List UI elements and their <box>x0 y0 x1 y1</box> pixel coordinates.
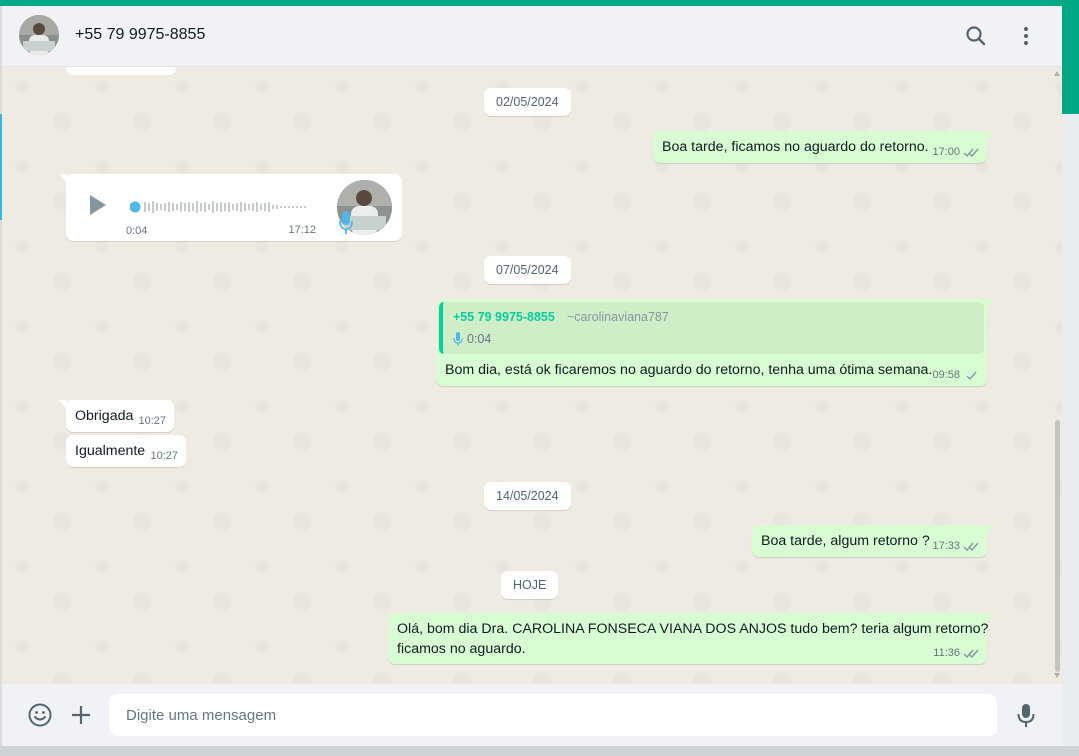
message-meta: 11:36 <box>933 647 979 659</box>
emoji-icon[interactable] <box>27 702 53 728</box>
message-time: 09:58 <box>932 369 960 381</box>
right-accent-strip <box>1062 6 1079 114</box>
message-time: 11:36 <box>933 647 960 659</box>
chat-header: +55 79 9975-8855 <box>2 6 1062 67</box>
message-time: 10:27 <box>138 415 166 427</box>
message-meta: 17:00 <box>932 146 979 158</box>
outgoing-message[interactable]: Boa tarde, algum retorno ? 17:33 <box>752 525 994 557</box>
message-text: Boa tarde, algum retorno ? <box>761 533 930 549</box>
chat-scrollbar[interactable] <box>1052 67 1062 684</box>
partial-message <box>66 67 176 75</box>
double-check-icon <box>963 148 979 157</box>
date-separator: 07/05/2024 <box>484 256 571 284</box>
audio-waveform[interactable] <box>130 200 310 214</box>
message-time: 17:33 <box>932 540 960 552</box>
message-text-line2: ficamos no aguardo. <box>397 641 526 657</box>
message-time: 17:12 <box>288 224 316 236</box>
single-check-icon <box>966 371 977 380</box>
compose-bar <box>2 684 1062 746</box>
quoted-handle: ~carolinaviana787 <box>567 310 669 324</box>
right-background-strip <box>1062 114 1079 756</box>
message-time: 10:27 <box>150 450 178 462</box>
message-time: 17:00 <box>932 146 960 158</box>
bottom-edge <box>0 746 1079 756</box>
scroll-down-arrow[interactable] <box>1054 673 1060 678</box>
message-text: Bom dia, está ok ficaremos no aguardo do… <box>445 362 933 378</box>
message-text: Obrigada <box>75 408 134 424</box>
search-icon[interactable] <box>962 22 990 50</box>
date-separator: 02/05/2024 <box>484 88 571 116</box>
quoted-sender: +55 79 9975-8855 <box>453 310 555 324</box>
message-input[interactable] <box>109 694 997 736</box>
message-text-line1: Olá, bom dia Dra. CAROLINA FONSECA VIANA… <box>397 621 989 637</box>
outgoing-message[interactable]: Boa tarde, ficamos no aguardo do retorno… <box>653 131 994 163</box>
message-meta: 09:58 <box>932 369 979 381</box>
message-text: Igualmente <box>75 443 146 459</box>
mic-icon <box>453 332 463 346</box>
mic-icon <box>339 211 353 234</box>
incoming-message[interactable]: Obrigada 10:27 <box>59 400 174 432</box>
incoming-message[interactable]: Igualmente 10:27 <box>66 435 186 467</box>
kebab-menu-icon[interactable] <box>1012 22 1040 50</box>
audio-duration: 0:04 <box>126 225 148 237</box>
quoted-duration: 0:04 <box>467 332 492 346</box>
double-check-icon <box>963 649 979 658</box>
play-icon[interactable] <box>84 192 110 218</box>
incoming-audio-message[interactable]: 0:04 17:12 <box>59 174 402 241</box>
date-separator: 14/05/2024 <box>484 482 571 510</box>
contact-name[interactable]: +55 79 9975-8855 <box>75 26 205 44</box>
message-text: Boa tarde, ficamos no aguardo do retorno… <box>662 139 929 155</box>
quoted-message[interactable]: +55 79 9975-8855 ~carolinaviana787 0:04 <box>439 302 984 354</box>
scroll-up-arrow[interactable] <box>1054 71 1060 76</box>
date-separator: HOJE <box>501 571 559 599</box>
message-meta: 17:33 <box>932 540 979 552</box>
scroll-thumb[interactable] <box>1055 420 1060 672</box>
contact-avatar[interactable] <box>19 15 59 55</box>
outgoing-reply-message[interactable]: +55 79 9975-8855 ~carolinaviana787 0:04 … <box>436 299 994 386</box>
message-list[interactable]: 02/05/2024 Boa tarde, ficamos no aguardo… <box>2 67 1062 684</box>
outgoing-message[interactable]: Olá, bom dia Dra. CAROLINA FONSECA VIANA… <box>388 613 994 664</box>
double-check-icon <box>963 542 979 551</box>
plus-icon[interactable] <box>68 702 94 728</box>
chat-window: +55 79 9975-8855 02/05/2024 Boa tarde, f… <box>2 6 1062 746</box>
mic-icon[interactable] <box>1013 702 1039 728</box>
